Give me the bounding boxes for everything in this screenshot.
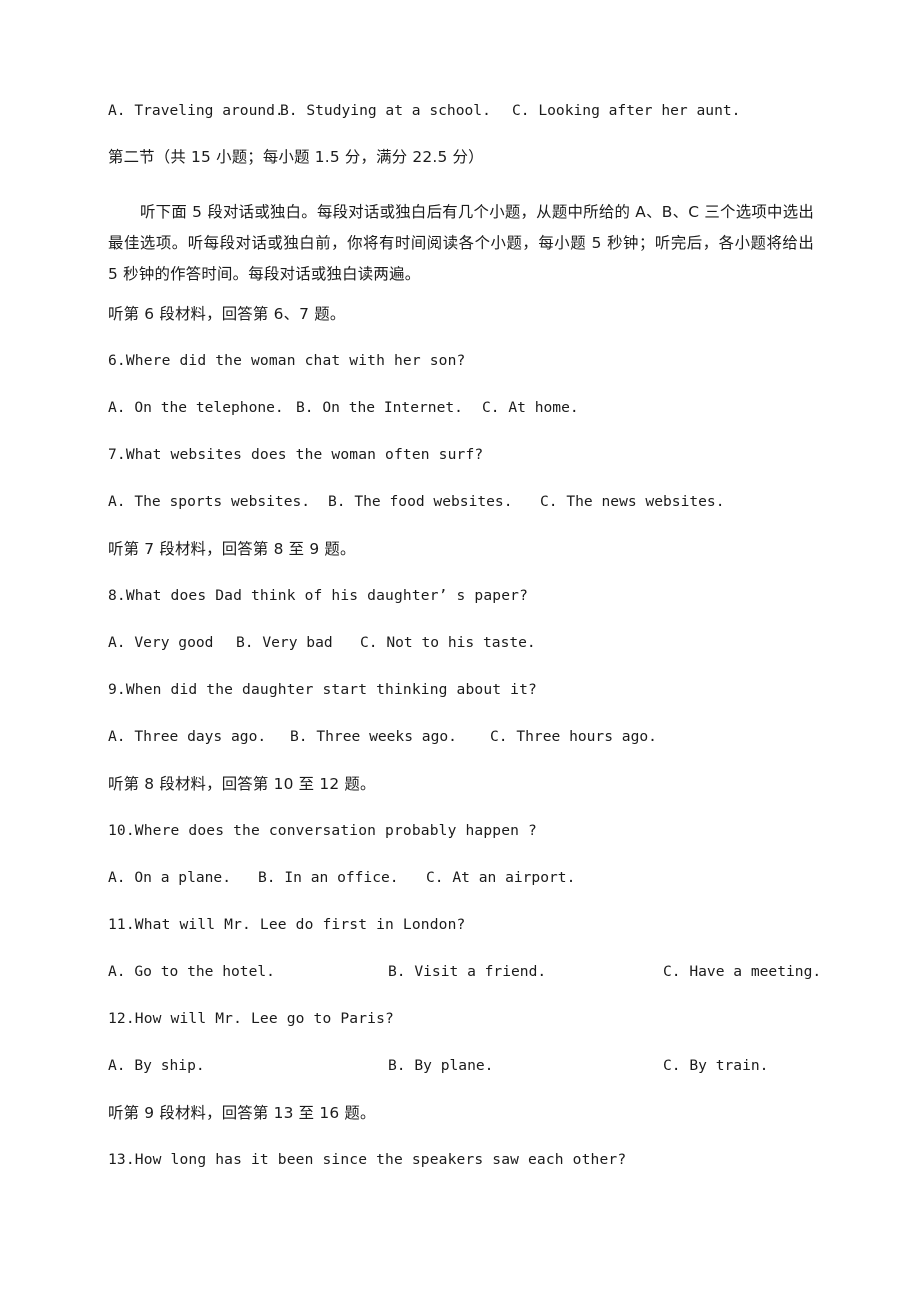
question-options-12: A. By ship. B. By plane. C. By train. bbox=[108, 1057, 814, 1106]
q11-option-b: B. Visit a friend. bbox=[388, 963, 547, 980]
q12-option-a: A. By ship. bbox=[108, 1057, 205, 1074]
section-heading: 第二节（共 15 小题；每小题 1.5 分，满分 22.5 分） bbox=[108, 148, 484, 166]
question-options-6: A. On the telephone. B. On the Internet.… bbox=[108, 399, 814, 448]
q7-option-c: C. The news websites. bbox=[540, 493, 725, 510]
q8-option-a: A. Very good bbox=[108, 634, 214, 651]
q8-option-b: B. Very bad bbox=[236, 634, 333, 651]
q9-option-b: B. Three weeks ago. bbox=[290, 728, 457, 745]
q11-option-a: A. Go to the hotel. bbox=[108, 963, 275, 980]
page-content: A. Traveling around. B. Studying at a sc… bbox=[108, 102, 821, 1200]
q6-option-a: A. On the telephone. bbox=[108, 399, 284, 416]
material-heading-6: 听第 6 段材料，回答第 6、7 题。 bbox=[108, 305, 346, 323]
question-options-10: A. On a plane. B. In an office. C. At an… bbox=[108, 869, 814, 918]
q12-option-b: B. By plane. bbox=[388, 1057, 494, 1074]
top-option-c: C. Looking after her aunt. bbox=[512, 102, 741, 119]
top-option-b: B. Studying at a school. bbox=[280, 102, 491, 119]
q9-option-a: A. Three days ago. bbox=[108, 728, 267, 745]
question-stem-13: 13.How long has it been since the speake… bbox=[108, 1151, 627, 1168]
q11-option-c: C. Have a meeting. bbox=[663, 963, 822, 980]
question-stem-9: 9.When did the daughter start thinking a… bbox=[108, 681, 537, 698]
q10-option-c: C. At an airport. bbox=[426, 869, 576, 886]
q10-option-a: A. On a plane. bbox=[108, 869, 232, 886]
question-options-11: A. Go to the hotel. B. Visit a friend. C… bbox=[108, 963, 821, 1012]
question-stem-7: 7.What websites does the woman often sur… bbox=[108, 446, 484, 463]
question-stem-10: 10.Where does the conversation probably … bbox=[108, 822, 537, 839]
question-stem-12: 12.How will Mr. Lee go to Paris? bbox=[108, 1010, 394, 1027]
q8-option-c: C. Not to his taste. bbox=[360, 634, 536, 651]
question-options-9: A. Three days ago. B. Three weeks ago. C… bbox=[108, 728, 814, 777]
instructions-paragraph: 听下面 5 段对话或独白。每段对话或独白后有几个小题，从题中所给的 A、B、C … bbox=[108, 203, 814, 283]
q6-option-c: C. At home. bbox=[482, 399, 579, 416]
question-stem-8: 8.What does Dad think of his daughter’ s… bbox=[108, 587, 529, 604]
material-heading-9: 听第 9 段材料，回答第 13 至 16 题。 bbox=[108, 1104, 376, 1122]
material-heading-7: 听第 7 段材料，回答第 8 至 9 题。 bbox=[108, 540, 356, 558]
q12-option-c: C. By train. bbox=[663, 1057, 769, 1074]
exam-paper-page: A. Traveling around. B. Studying at a sc… bbox=[0, 0, 920, 1302]
q7-option-b: B. The food websites. bbox=[328, 493, 513, 510]
question-options-7: A. The sports websites. B. The food webs… bbox=[108, 493, 814, 542]
q10-option-b: B. In an office. bbox=[258, 869, 399, 886]
question-options-8: A. Very good B. Very bad C. Not to his t… bbox=[108, 634, 814, 683]
top-option-a: A. Traveling around. bbox=[108, 102, 284, 119]
q6-option-b: B. On the Internet. bbox=[296, 399, 463, 416]
question-stem-11: 11.What will Mr. Lee do first in London? bbox=[108, 916, 466, 933]
top-options-row: A. Traveling around. B. Studying at a sc… bbox=[108, 102, 814, 150]
q7-option-a: A. The sports websites. bbox=[108, 493, 311, 510]
question-stem-6: 6.Where did the woman chat with her son? bbox=[108, 352, 466, 369]
q9-option-c: C. Three hours ago. bbox=[490, 728, 657, 745]
material-heading-8: 听第 8 段材料，回答第 10 至 12 题。 bbox=[108, 775, 376, 793]
